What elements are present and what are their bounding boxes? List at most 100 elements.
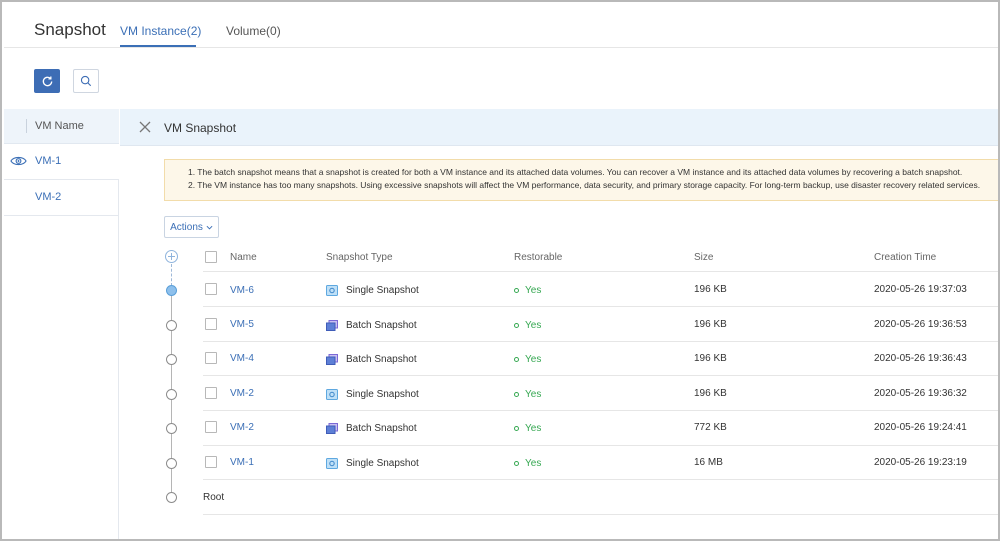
snapshot-name-link[interactable]: VM-6 [230, 285, 254, 296]
creation-time: 2020-05-26 19:24:41 [874, 422, 967, 433]
vm-list-item-vm-2[interactable]: VM-2 [4, 180, 119, 216]
snapshot-name-link[interactable]: VM-2 [230, 422, 254, 433]
add-snapshot-icon[interactable] [165, 250, 178, 263]
batch-snapshot-icon [326, 423, 338, 434]
row-checkbox[interactable] [205, 318, 217, 330]
snapshot-type: Batch Snapshot [346, 354, 417, 365]
status-dot-icon [514, 461, 519, 466]
notice-line-2: 2. The VM instance has too many snapshot… [188, 180, 981, 190]
creation-time: 2020-05-26 19:23:19 [874, 457, 967, 468]
single-snapshot-icon [326, 389, 338, 400]
snapshot-size: 196 KB [694, 353, 727, 364]
creation-time: 2020-05-26 19:37:03 [874, 284, 967, 295]
row-divider [203, 410, 998, 411]
vm-list-item-label: VM-2 [35, 191, 62, 203]
close-icon[interactable] [139, 121, 151, 133]
search-button[interactable] [73, 69, 99, 93]
column-divider [26, 119, 27, 133]
column-header-creation-time: Creation Time [874, 252, 937, 263]
notice-banner: 1. The batch snapshot means that a snaps… [164, 159, 998, 201]
row-divider [203, 271, 998, 272]
snapshot-type: Batch Snapshot [346, 423, 417, 434]
row-divider [203, 306, 998, 307]
search-icon [80, 75, 92, 87]
vm-list-header: VM Name [4, 109, 119, 144]
single-snapshot-icon [326, 458, 338, 469]
restorable-status: Yes [525, 285, 542, 296]
restorable-status: Yes [525, 389, 542, 400]
restorable-status: Yes [525, 423, 542, 434]
row-divider [203, 479, 998, 480]
vm-list-item-vm-1[interactable]: VM-1 [4, 144, 119, 180]
row-divider [203, 445, 998, 446]
snapshot-name-link[interactable]: VM-1 [230, 457, 254, 468]
timeline-node-root[interactable] [166, 492, 177, 503]
row-checkbox[interactable] [205, 456, 217, 468]
snapshot-type: Single Snapshot [346, 285, 419, 296]
vm-name-column-header: VM Name [35, 120, 84, 132]
tab-volume[interactable]: Volume(0) [226, 24, 281, 38]
status-dot-icon [514, 288, 519, 293]
snapshot-size: 16 MB [694, 457, 723, 468]
page-title: Snapshot [34, 20, 106, 39]
status-dot-icon [514, 426, 519, 431]
row-divider [203, 375, 998, 376]
status-dot-icon [514, 392, 519, 397]
snapshot-type: Single Snapshot [346, 389, 419, 400]
chevron-down-icon [206, 225, 213, 229]
timeline-node[interactable] [166, 320, 177, 331]
vm-list-item-label: VM-1 [35, 155, 62, 167]
snapshot-size: 196 KB [694, 284, 727, 295]
batch-snapshot-icon [326, 320, 338, 331]
snapshot-size: 196 KB [694, 319, 727, 330]
refresh-button[interactable] [34, 69, 60, 93]
creation-time: 2020-05-26 19:36:53 [874, 319, 967, 330]
status-dot-icon [514, 323, 519, 328]
restorable-status: Yes [525, 320, 542, 331]
timeline-dashed-connector [171, 264, 172, 286]
actions-dropdown[interactable]: Actions [164, 216, 219, 238]
select-all-checkbox[interactable] [205, 251, 217, 263]
timeline-node[interactable] [166, 354, 177, 365]
eye-icon [10, 156, 27, 166]
vm-list-panel: VM Name VM-1 VM-2 [4, 109, 119, 539]
creation-time: 2020-05-26 19:36:32 [874, 388, 967, 399]
row-divider [203, 341, 998, 342]
snapshot-name-link[interactable]: VM-2 [230, 388, 254, 399]
column-header-size: Size [694, 252, 714, 263]
row-checkbox[interactable] [205, 421, 217, 433]
root-label: Root [203, 492, 225, 503]
timeline-node[interactable] [166, 423, 177, 434]
snapshot-name-link[interactable]: VM-5 [230, 319, 254, 330]
app-window: Snapshot VM Instance(2) Volume(0) VM Nam… [0, 0, 1000, 541]
header-divider [4, 47, 998, 48]
row-checkbox[interactable] [205, 283, 217, 295]
detail-header: VM Snapshot [120, 109, 998, 146]
snapshot-name-link[interactable]: VM-4 [230, 353, 254, 364]
row-divider [203, 514, 998, 515]
restorable-status: Yes [525, 354, 542, 365]
detail-title: VM Snapshot [164, 121, 237, 135]
timeline-node[interactable] [166, 458, 177, 469]
snapshot-size: 196 KB [694, 388, 727, 399]
snapshot-type: Single Snapshot [346, 458, 419, 469]
snapshot-size: 772 KB [694, 422, 727, 433]
column-header-restorable: Restorable [514, 252, 563, 263]
tab-vm-instance[interactable]: VM Instance(2) [120, 24, 201, 38]
creation-time: 2020-05-26 19:36:43 [874, 353, 967, 364]
snapshot-type: Batch Snapshot [346, 320, 417, 331]
timeline-node[interactable] [166, 389, 177, 400]
plus-icon [168, 253, 175, 260]
refresh-icon [42, 75, 52, 86]
row-checkbox[interactable] [205, 387, 217, 399]
row-checkbox[interactable] [205, 352, 217, 364]
restorable-status: Yes [525, 458, 542, 469]
timeline-node-current[interactable] [166, 285, 177, 296]
status-dot-icon [514, 357, 519, 362]
single-snapshot-icon [326, 285, 338, 296]
batch-snapshot-icon [326, 354, 338, 365]
column-header-name: Name [230, 252, 257, 263]
column-header-snapshot-type: Snapshot Type [326, 252, 393, 263]
notice-line-1: 1. The batch snapshot means that a snaps… [188, 167, 963, 177]
actions-label: Actions [170, 221, 203, 233]
